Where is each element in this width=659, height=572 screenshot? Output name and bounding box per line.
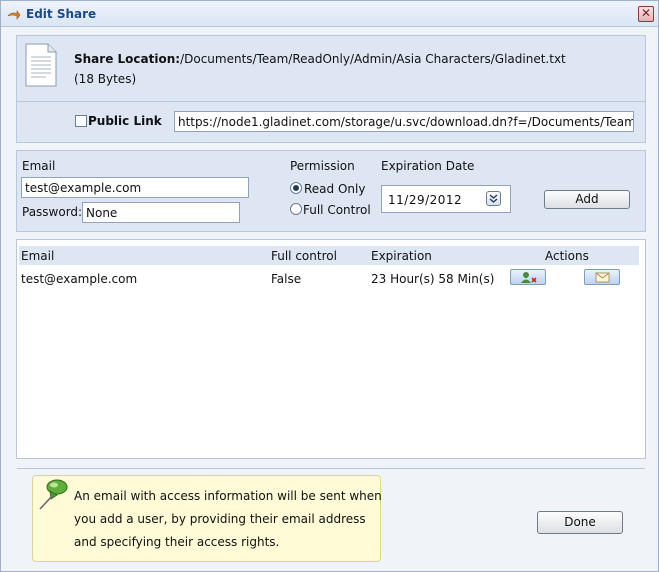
email-user-button[interactable] [584,269,620,285]
share-location-label: Share Location: [74,52,181,66]
column-header-expiration: Expiration [371,249,432,263]
dialog-title: Edit Share [26,7,97,21]
permission-label: Permission [290,159,355,173]
add-button[interactable]: Add [544,190,630,209]
column-header-full-control: Full control [271,249,337,263]
public-link-url-field[interactable]: https://node1.gladinet.com/storage/u.svc… [174,111,634,132]
note-line-2: you add a user, by providing their email… [74,512,366,526]
password-field[interactable]: None [82,202,240,223]
done-button[interactable]: Done [537,511,623,534]
remove-user-button[interactable] [510,269,546,285]
public-link-checkbox[interactable] [75,115,87,127]
pushpin-icon [39,479,68,510]
full-control-radio[interactable] [290,203,302,215]
expiration-date-picker[interactable]: 11/29/2012 [381,185,511,213]
password-label: Password: [22,205,83,219]
read-only-radio[interactable] [290,182,302,194]
share-arrow-icon [7,10,21,20]
close-button[interactable]: ✕ [638,6,654,22]
read-only-label: Read Only [304,182,366,196]
column-header-email: Email [21,249,55,263]
expiration-date-label: Expiration Date [381,159,475,173]
footer-separator [17,468,645,469]
title-bar[interactable]: Edit Share ✕ [1,1,658,27]
email-field[interactable]: test@example.com [21,177,249,198]
note-line-3: and specifying their access rights. [74,535,280,549]
edit-share-dialog: Edit Share ✕ Share Location:/Documents/T… [0,0,659,572]
text-file-icon [25,43,57,87]
note-line-1: An email with access information will be… [74,489,382,503]
row-email: test@example.com [21,272,138,286]
email-icon [595,272,610,283]
remove-user-icon [521,272,537,283]
close-icon: ✕ [640,6,652,20]
chevron-double-down-icon[interactable] [486,191,501,206]
expiration-date-value: 11/29/2012 [388,193,463,207]
row-full-control: False [271,272,302,286]
full-control-label: Full Control [303,203,371,217]
share-location-value: /Documents/Team/ReadOnly/Admin/Asia Char… [180,52,566,66]
column-header-actions: Actions [545,249,589,263]
email-label: Email [22,159,56,173]
share-location: Share Location:/Documents/Team/ReadOnly/… [74,52,566,66]
panel-divider [17,101,645,102]
file-size: (18 Bytes) [74,72,137,86]
row-expiration: 23 Hour(s) 58 Min(s) [371,272,495,286]
public-link-label: Public Link [88,114,162,128]
